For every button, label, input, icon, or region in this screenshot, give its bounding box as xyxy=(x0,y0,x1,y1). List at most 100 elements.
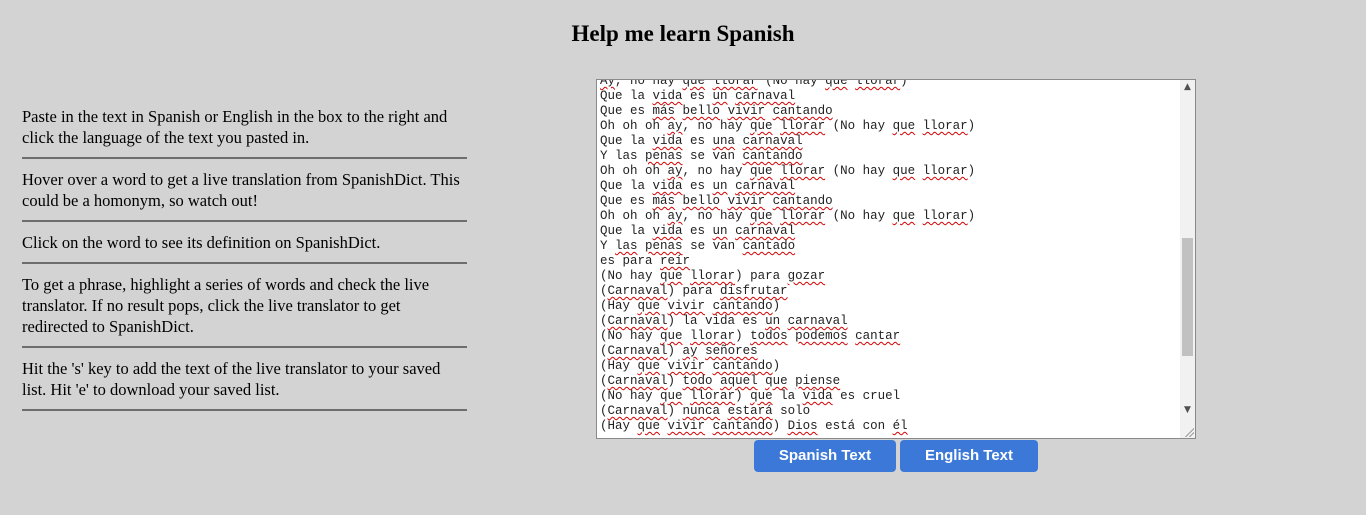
hoverable-word[interactable]: un xyxy=(765,314,780,328)
hoverable-word[interactable]: vida xyxy=(653,89,683,103)
text-line[interactable]: es para reír xyxy=(600,254,1178,269)
hoverable-word[interactable]: cantando xyxy=(743,149,803,163)
hoverable-word[interactable]: llorar xyxy=(690,389,735,403)
hoverable-word[interactable]: vida xyxy=(653,179,683,193)
hoverable-word[interactable]: que xyxy=(638,419,661,433)
resize-grip-icon[interactable] xyxy=(1184,427,1194,437)
hoverable-word[interactable]: que xyxy=(750,209,773,223)
hoverable-word[interactable]: Carnaval xyxy=(608,284,668,298)
text-line[interactable]: Ay, no hay que llorar (No hay que llorar… xyxy=(600,80,1178,89)
hoverable-word[interactable]: que xyxy=(660,269,683,283)
hoverable-word[interactable]: vida xyxy=(653,134,683,148)
hoverable-word[interactable]: llorar xyxy=(690,269,735,283)
hoverable-word[interactable]: un xyxy=(713,179,728,193)
hoverable-word[interactable]: cantando xyxy=(713,359,773,373)
hoverable-word[interactable]: que xyxy=(893,209,916,223)
hoverable-word[interactable]: cantar xyxy=(855,329,900,343)
hoverable-word[interactable]: piense xyxy=(795,374,840,388)
hoverable-word[interactable]: ay xyxy=(683,344,698,358)
text-line[interactable]: Oh oh oh ay, no hay que llorar (No hay q… xyxy=(600,209,1178,224)
hoverable-word[interactable]: llorar xyxy=(855,80,900,88)
hoverable-word[interactable]: todo xyxy=(683,374,713,388)
hoverable-word[interactable]: carnaval xyxy=(735,179,795,193)
hoverable-word[interactable]: carnaval xyxy=(735,89,795,103)
text-line[interactable]: (Hay que vivir cantando) xyxy=(600,299,1178,314)
hoverable-word[interactable]: que xyxy=(750,164,773,178)
hoverable-word[interactable]: Carnaval xyxy=(608,344,668,358)
hoverable-word[interactable]: llorar xyxy=(923,119,968,133)
hoverable-word[interactable]: cantando xyxy=(773,194,833,208)
hoverable-word[interactable]: vivir xyxy=(668,299,706,313)
hoverable-word[interactable]: disfrutar xyxy=(720,284,788,298)
hoverable-word[interactable]: que xyxy=(638,299,661,313)
hoverable-word[interactable]: que xyxy=(660,389,683,403)
text-line[interactable]: Que la vida es un carnaval xyxy=(600,179,1178,194)
text-line[interactable]: Que es más bello vivir cantando xyxy=(600,104,1178,119)
hoverable-word[interactable]: ay xyxy=(668,119,683,133)
text-line[interactable]: (No hay que llorar) todos podemos cantar xyxy=(600,329,1178,344)
hoverable-word[interactable]: vivir xyxy=(668,359,706,373)
hoverable-word[interactable]: las xyxy=(615,239,638,253)
hoverable-word[interactable]: reír xyxy=(660,254,690,268)
hoverable-word[interactable]: que xyxy=(765,374,788,388)
text-line[interactable]: Que la vida es un carnaval xyxy=(600,224,1178,239)
hoverable-word[interactable]: un xyxy=(713,89,728,103)
spanish-text-button[interactable]: Spanish Text xyxy=(754,440,896,472)
text-content[interactable]: Ay, no hay que llorar (No hay que llorar… xyxy=(600,80,1178,434)
text-line[interactable]: (Carnaval) la vida es un carnaval xyxy=(600,314,1178,329)
hoverable-word[interactable]: vivir xyxy=(668,419,706,433)
hoverable-word[interactable]: Carnaval xyxy=(608,314,668,328)
english-text-button[interactable]: English Text xyxy=(900,440,1038,472)
hoverable-word[interactable]: ay xyxy=(668,209,683,223)
text-input-area[interactable]: Ay, no hay que llorar (No hay que llorar… xyxy=(596,79,1196,439)
hoverable-word[interactable]: vivir xyxy=(728,104,766,118)
text-line[interactable]: Que es más bello vivir cantando xyxy=(600,194,1178,209)
text-line[interactable]: Que la vida es un carnaval xyxy=(600,89,1178,104)
hoverable-word[interactable]: Carnaval xyxy=(608,374,668,388)
hoverable-word[interactable]: más xyxy=(653,104,676,118)
hoverable-word[interactable]: él xyxy=(893,419,908,433)
hoverable-word[interactable]: carnaval xyxy=(743,134,803,148)
hoverable-word[interactable]: que xyxy=(750,119,773,133)
text-line[interactable]: (Carnaval) todo aquel que piense xyxy=(600,374,1178,389)
hoverable-word[interactable]: Carnaval xyxy=(608,404,668,418)
hoverable-word[interactable]: vivir xyxy=(728,194,766,208)
scroll-up-arrow-icon[interactable]: ▲ xyxy=(1180,80,1195,95)
hoverable-word[interactable]: que xyxy=(825,80,848,88)
hoverable-word[interactable]: que xyxy=(750,389,773,403)
text-line[interactable]: (No hay que llorar) que la vida es cruel xyxy=(600,389,1178,404)
hoverable-word[interactable]: nunca xyxy=(683,404,721,418)
hoverable-word[interactable]: un xyxy=(713,224,728,238)
hoverable-word[interactable]: carnaval xyxy=(735,224,795,238)
hoverable-word[interactable]: vida xyxy=(653,224,683,238)
hoverable-word[interactable]: llorar xyxy=(780,164,825,178)
hoverable-word[interactable]: cantando xyxy=(713,299,773,313)
hoverable-word[interactable]: Dios xyxy=(788,419,818,433)
hoverable-word[interactable]: vida xyxy=(803,389,833,403)
hoverable-word[interactable]: cantando xyxy=(773,104,833,118)
hoverable-word[interactable]: Ay xyxy=(600,80,615,88)
hoverable-word[interactable]: llorar xyxy=(923,164,968,178)
hoverable-word[interactable]: penas xyxy=(645,149,683,163)
hoverable-word[interactable]: llorar xyxy=(780,119,825,133)
scroll-down-arrow-icon[interactable]: ▼ xyxy=(1180,403,1195,418)
hoverable-word[interactable]: carnaval xyxy=(788,314,848,328)
hoverable-word[interactable]: cantado xyxy=(743,239,796,253)
hoverable-word[interactable]: estará xyxy=(728,404,773,418)
text-line[interactable]: (Carnaval) ay señores xyxy=(600,344,1178,359)
hoverable-word[interactable]: gozar xyxy=(788,269,826,283)
hoverable-word[interactable]: que xyxy=(660,329,683,343)
text-line[interactable]: Oh oh oh ay, no hay que llorar (No hay q… xyxy=(600,119,1178,134)
hoverable-word[interactable]: ay xyxy=(668,164,683,178)
hoverable-word[interactable]: una xyxy=(713,134,736,148)
text-line[interactable]: (Carnaval) nunca estará solo xyxy=(600,404,1178,419)
hoverable-word[interactable]: señores xyxy=(705,344,758,358)
hoverable-word[interactable]: que xyxy=(638,359,661,373)
hoverable-word[interactable]: todos xyxy=(750,329,788,343)
hoverable-word[interactable]: penas xyxy=(645,239,683,253)
hoverable-word[interactable]: aquel xyxy=(720,374,758,388)
hoverable-word[interactable]: más xyxy=(653,194,676,208)
hoverable-word[interactable]: llorar xyxy=(923,209,968,223)
hoverable-word[interactable]: que xyxy=(683,80,706,88)
hoverable-word[interactable]: bello xyxy=(683,104,721,118)
